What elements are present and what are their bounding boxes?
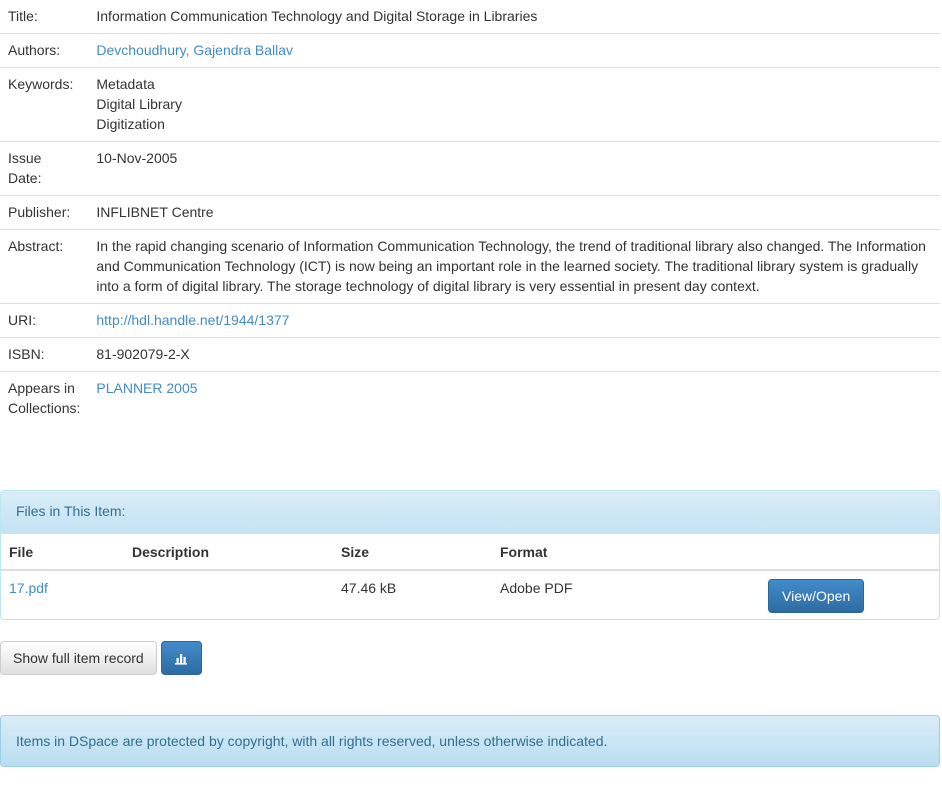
item-actions: Show full item record bbox=[0, 641, 202, 675]
issue-date-label-line2: Date: bbox=[8, 170, 42, 186]
metadata-row-collections: Appears in Collections: PLANNER 2005 bbox=[0, 372, 940, 426]
item-metadata-table: Title: Information Communication Technol… bbox=[0, 0, 940, 425]
isbn-value: 81-902079-2-X bbox=[88, 337, 940, 372]
files-table-header: File Description Size Format bbox=[1, 534, 939, 571]
collections-label: Appears in Collections: bbox=[0, 372, 88, 426]
metadata-row-authors: Authors: Devchoudhury, Gajendra Ballav bbox=[0, 33, 940, 68]
file-link[interactable]: 17.pdf bbox=[9, 580, 48, 596]
copyright-notice: Items in DSpace are protected by copyrig… bbox=[0, 715, 940, 767]
metadata-row-publisher: Publisher: INFLIBNET Centre bbox=[0, 195, 940, 230]
metadata-row-keywords: Keywords: Metadata Digital Library Digit… bbox=[0, 67, 940, 142]
author-link[interactable]: Devchoudhury, Gajendra Ballav bbox=[96, 42, 293, 58]
abstract-label: Abstract: bbox=[0, 229, 89, 304]
metadata-row-title: Title: Information Communication Technol… bbox=[0, 0, 940, 34]
metadata-row-abstract: Abstract: In the rapid changing scenario… bbox=[0, 229, 940, 304]
bar-chart-icon bbox=[175, 654, 188, 665]
issue-date-label: Issue Date: bbox=[0, 141, 89, 196]
file-size: 47.46 kB bbox=[341, 580, 397, 596]
issue-date-value: 10-Nov-2005 bbox=[88, 141, 940, 196]
collections-label-line1: Appears in bbox=[8, 380, 75, 396]
table-row: 17.pdf 47.46 kB Adobe PDF View/Open bbox=[1, 570, 939, 619]
format-column-header: Format bbox=[492, 534, 760, 571]
description-column-header: Description bbox=[124, 534, 333, 571]
title-label: Title: bbox=[0, 0, 89, 34]
file-format: Adobe PDF bbox=[500, 580, 573, 596]
isbn-label: ISBN: bbox=[0, 337, 89, 372]
keywords-label: Keywords: bbox=[0, 67, 89, 142]
uri-link[interactable]: http://hdl.handle.net/1944/1377 bbox=[96, 312, 289, 328]
file-description bbox=[124, 570, 333, 619]
authors-label: Authors: bbox=[0, 33, 89, 68]
files-panel-heading: Files in This Item: bbox=[1, 491, 939, 534]
collections-label-line2: Collections: bbox=[8, 400, 81, 416]
keyword-item: Digitization bbox=[96, 116, 165, 132]
keyword-item: Digital Library bbox=[96, 96, 182, 112]
statistics-button[interactable] bbox=[160, 641, 202, 675]
publisher-value: INFLIBNET Centre bbox=[88, 195, 940, 230]
metadata-row-issue-date: Issue Date: 10-Nov-2005 bbox=[0, 141, 940, 196]
issue-date-label-line1: Issue bbox=[8, 150, 42, 166]
uri-label: URI: bbox=[0, 303, 89, 338]
collection-link[interactable]: PLANNER 2005 bbox=[96, 380, 197, 396]
abstract-value: In the rapid changing scenario of Inform… bbox=[88, 229, 940, 304]
publisher-label: Publisher: bbox=[0, 195, 89, 230]
keyword-item: Metadata bbox=[96, 76, 155, 92]
files-panel: Files in This Item: File Description Siz… bbox=[0, 490, 940, 620]
metadata-row-isbn: ISBN: 81-902079-2-X bbox=[0, 337, 940, 372]
title-value: Information Communication Technology and… bbox=[88, 0, 940, 34]
view-open-button[interactable]: View/Open bbox=[768, 579, 865, 613]
size-column-header: Size bbox=[333, 534, 492, 571]
action-column-header bbox=[760, 534, 939, 571]
files-table: File Description Size Format 17.pdf 47.4… bbox=[1, 534, 939, 619]
metadata-row-uri: URI: http://hdl.handle.net/1944/1377 bbox=[0, 303, 940, 338]
file-column-header: File bbox=[1, 534, 124, 571]
show-full-record-button[interactable]: Show full item record bbox=[0, 641, 157, 675]
